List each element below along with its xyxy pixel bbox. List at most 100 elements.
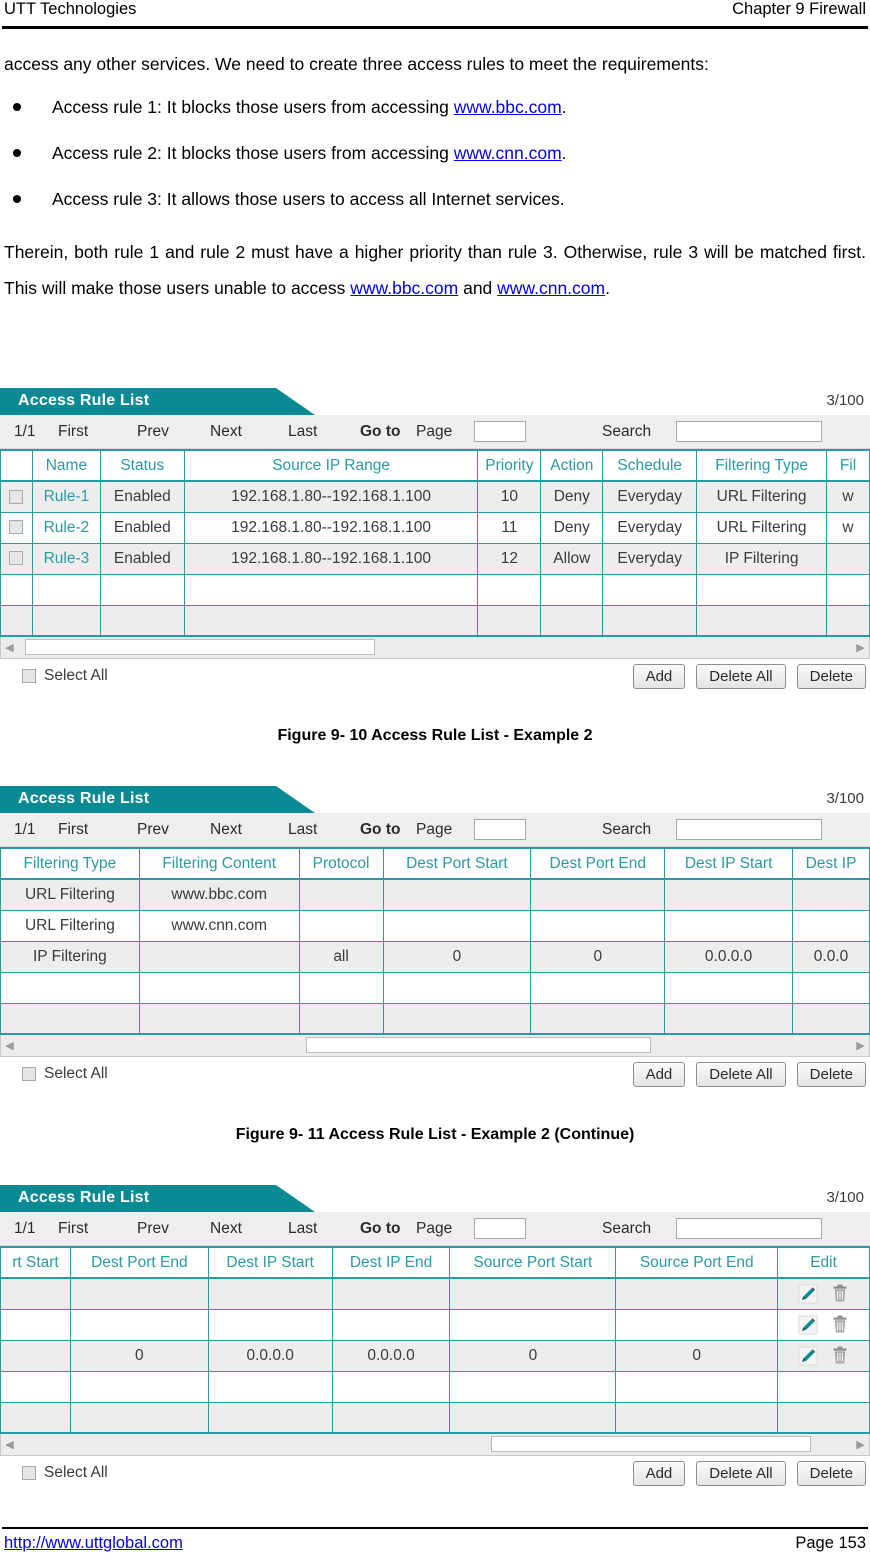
table-row	[0, 605, 870, 637]
delete-all-button[interactable]: Delete All	[696, 1460, 786, 1486]
col-dest-port-end: Dest Port End	[530, 848, 666, 880]
goto-label[interactable]: Go to	[360, 423, 400, 441]
table-cell	[208, 1402, 333, 1434]
table-cell	[0, 1278, 71, 1310]
scroll-right-arrow-icon[interactable]: ▶	[852, 1035, 869, 1055]
search-input[interactable]	[676, 819, 822, 840]
edit-cell[interactable]	[777, 1278, 870, 1310]
select-all-control[interactable]: Select All	[22, 1065, 108, 1083]
table-cell	[299, 910, 384, 942]
scroll-left-arrow-icon[interactable]: ◀	[1, 1434, 18, 1454]
table-cell: 192.168.1.80--192.168.1.100	[184, 512, 479, 544]
trash-icon[interactable]	[831, 1284, 849, 1304]
table-cell	[664, 910, 794, 942]
table-row	[0, 1371, 870, 1403]
edit-cell[interactable]	[777, 1309, 870, 1341]
prev-page-button[interactable]: Prev	[137, 821, 169, 839]
link-cnn-2[interactable]: www.cnn.com	[497, 278, 605, 298]
table-row: Rule-2 Enabled 192.168.1.80--192.168.1.100…	[0, 512, 870, 544]
footer-url-link[interactable]: http://www.uttglobal.com	[4, 1534, 183, 1553]
last-page-button[interactable]: Last	[288, 1220, 317, 1238]
header-divider	[2, 26, 868, 29]
scrollbar-thumb[interactable]	[491, 1436, 811, 1452]
record-counter: 3/100	[826, 1189, 864, 1206]
scrollbar-thumb[interactable]	[25, 639, 375, 655]
table-cell	[70, 1278, 209, 1310]
link-bbc-2[interactable]: www.bbc.com	[350, 278, 458, 298]
search-input[interactable]	[676, 1218, 822, 1239]
link-bbc[interactable]: www.bbc.com	[454, 97, 562, 117]
horizontal-scrollbar[interactable]: ◀ ▶	[0, 1434, 870, 1456]
scroll-right-arrow-icon[interactable]: ▶	[852, 1434, 869, 1454]
table-cell: 0	[530, 941, 666, 973]
first-page-button[interactable]: First	[58, 1220, 88, 1238]
delete-button[interactable]: Delete	[796, 1460, 866, 1486]
select-all-control[interactable]: Select All	[22, 667, 108, 685]
prev-page-button[interactable]: Prev	[137, 423, 169, 441]
table-cell: 11	[477, 512, 542, 544]
edit-cell[interactable]	[777, 1340, 870, 1372]
pencil-icon[interactable]	[798, 1284, 818, 1304]
row-checkbox-cell[interactable]	[0, 512, 33, 544]
page-number-input[interactable]	[474, 819, 526, 840]
scroll-left-arrow-icon[interactable]: ◀	[1, 637, 18, 657]
select-all-checkbox[interactable]	[22, 669, 36, 683]
next-page-button[interactable]: Next	[210, 1220, 242, 1238]
select-all-control[interactable]: Select All	[22, 1464, 108, 1482]
scrollbar-thumb[interactable]	[306, 1037, 651, 1053]
bullet-text-pre: Access rule 2: It blocks those users fro…	[52, 143, 454, 163]
table-cell	[100, 605, 185, 637]
col-dest-ip-start: Dest IP Start	[664, 848, 794, 880]
search-label: Search	[602, 1219, 652, 1237]
access-rule-list-panel-3: Access Rule List 3/100 1/1 First Prev Ne…	[0, 1185, 870, 1490]
scroll-right-arrow-icon[interactable]: ▶	[852, 637, 869, 657]
trash-icon[interactable]	[831, 1315, 849, 1335]
delete-button[interactable]: Delete	[796, 663, 866, 689]
delete-all-button[interactable]: Delete All	[696, 663, 786, 689]
row-checkbox[interactable]	[9, 520, 24, 535]
list-item: Access rule 3: It allows those users to …	[4, 188, 866, 210]
scroll-left-arrow-icon[interactable]: ◀	[1, 1035, 18, 1055]
table-cell: IP Filtering	[696, 543, 828, 575]
delete-all-button[interactable]: Delete All	[696, 1061, 786, 1087]
table-cell	[0, 1402, 71, 1434]
panel-toolbar: 1/1 First Prev Next Last Go to Page Sear…	[0, 1212, 870, 1246]
last-page-button[interactable]: Last	[288, 423, 317, 441]
select-all-checkbox[interactable]	[22, 1067, 36, 1081]
add-button[interactable]: Add	[632, 1460, 686, 1486]
panel-footer-bar: Select All Add Delete All Delete	[0, 1456, 870, 1490]
horizontal-scrollbar[interactable]: ◀ ▶	[0, 637, 870, 659]
row-checkbox[interactable]	[9, 551, 24, 566]
table-cell	[477, 574, 542, 606]
row-checkbox[interactable]	[9, 489, 24, 504]
trash-icon[interactable]	[831, 1346, 849, 1366]
prev-page-button[interactable]: Prev	[137, 1220, 169, 1238]
page-number-input[interactable]	[474, 421, 526, 442]
horizontal-scrollbar[interactable]: ◀ ▶	[0, 1035, 870, 1057]
record-counter: 3/100	[826, 392, 864, 409]
last-page-button[interactable]: Last	[288, 821, 317, 839]
goto-label[interactable]: Go to	[360, 1220, 400, 1238]
search-input[interactable]	[676, 421, 822, 442]
next-page-button[interactable]: Next	[210, 423, 242, 441]
table-header-row: rt Start Dest Port End Dest IP Start Des…	[0, 1247, 870, 1279]
first-page-button[interactable]: First	[58, 423, 88, 441]
first-page-button[interactable]: First	[58, 821, 88, 839]
row-checkbox-cell[interactable]	[0, 481, 33, 513]
table-cell	[615, 1402, 779, 1434]
access-rule-table-2: Filtering Type Filtering Content Protoco…	[0, 847, 870, 1035]
delete-button[interactable]: Delete	[796, 1061, 866, 1087]
pencil-icon[interactable]	[798, 1315, 818, 1335]
pencil-icon[interactable]	[798, 1346, 818, 1366]
table-cell	[208, 1278, 333, 1310]
row-checkbox-cell[interactable]	[0, 543, 33, 575]
table-cell: URL Filtering	[0, 910, 140, 942]
page-number-input[interactable]	[474, 1218, 526, 1239]
next-page-button[interactable]: Next	[210, 821, 242, 839]
table-cell: URL Filtering	[0, 879, 140, 911]
add-button[interactable]: Add	[632, 1061, 686, 1087]
link-cnn[interactable]: www.cnn.com	[454, 143, 562, 163]
add-button[interactable]: Add	[632, 663, 686, 689]
select-all-checkbox[interactable]	[22, 1466, 36, 1480]
goto-label[interactable]: Go to	[360, 821, 400, 839]
